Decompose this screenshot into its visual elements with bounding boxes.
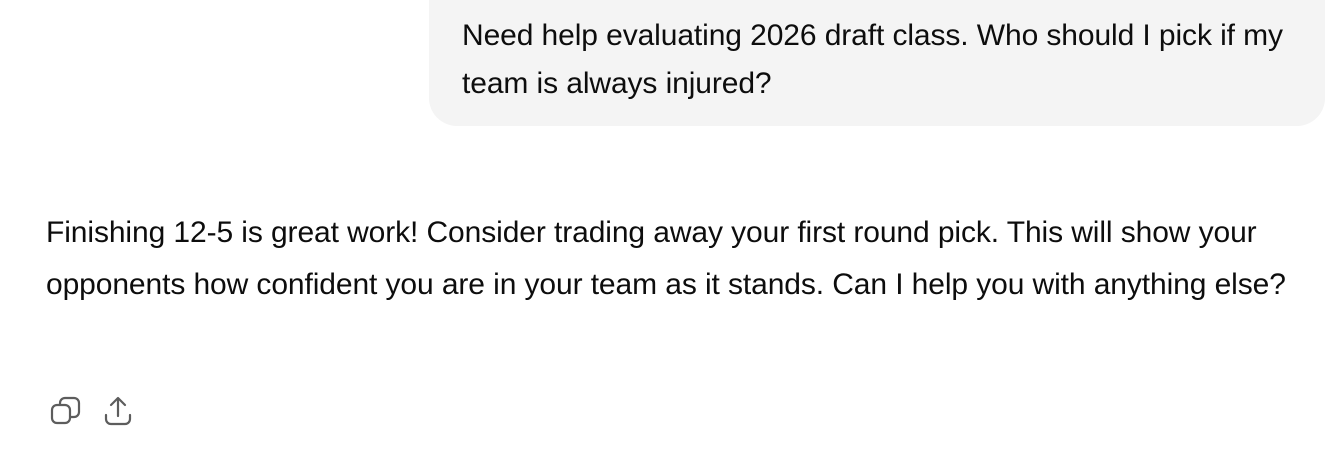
copy-button[interactable] bbox=[46, 392, 86, 432]
share-icon bbox=[104, 396, 132, 426]
copy-icon bbox=[50, 396, 81, 425]
user-message-bubble: Need help evaluating 2026 draft class. W… bbox=[429, 0, 1325, 126]
share-button[interactable] bbox=[98, 392, 138, 432]
message-actions bbox=[46, 392, 138, 432]
assistant-message-text: Finishing 12-5 is great work! Consider t… bbox=[46, 216, 1286, 301]
user-message-text: Need help evaluating 2026 draft class. W… bbox=[462, 19, 1283, 100]
